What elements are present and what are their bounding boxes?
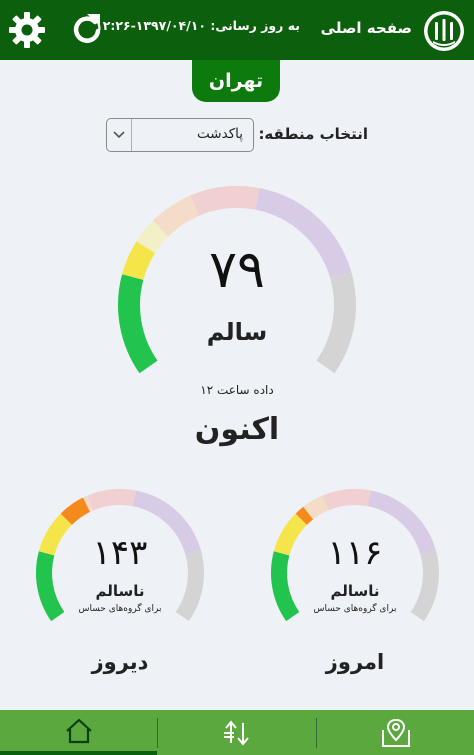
today-aqi-value: ۱۱۶ [327, 533, 383, 573]
chevron-down-icon[interactable] [107, 119, 132, 151]
region-selected-value: پاکدشت [197, 126, 243, 142]
bottom-navigation [0, 710, 474, 755]
current-gauge-band-1 [136, 220, 169, 254]
today-gauge-band-2-filled [295, 506, 314, 525]
nav-map-button[interactable] [317, 710, 474, 755]
sort-icon [223, 719, 249, 746]
last-updated-text: به روز رسانی: ۱۳۹۷/۰۴/۱۰-۱۲:۲۶ [95, 18, 300, 33]
current-period-label: اکنون [194, 412, 280, 447]
map-pin-icon [381, 718, 410, 747]
app-root: به روز رسانی: ۱۳۹۷/۰۴/۱۰-۱۲:۲۶ صفحه اصلی… [0, 0, 474, 755]
today-gauge-band-2 [303, 495, 329, 520]
current-gauge-band-3 [190, 186, 260, 216]
current-aqi-gauge [36, 186, 439, 622]
yesterday-aqi-status: ناسالم [95, 582, 145, 600]
current-gauge-band-5 [316, 272, 356, 374]
department-of-environment-logo-icon [424, 11, 464, 51]
updated-label: به روز رسانی: [210, 18, 300, 33]
current-gauge-band-2 [152, 195, 200, 237]
region-label: انتخاب منطقه: [258, 125, 368, 143]
app-header: به روز رسانی: ۱۳۹۷/۰۴/۱۰-۱۲:۲۶ صفحه اصلی [0, 0, 474, 60]
yesterday-period-label: دیروز [91, 650, 149, 674]
current-gauge-band-0-filled [118, 274, 158, 374]
today-period-label: امروز [325, 650, 385, 674]
today-aqi-status: ناسالم [330, 582, 380, 600]
updated-value: ۱۳۹۷/۰۴/۱۰-۱۲:۲۶ [95, 18, 206, 33]
settings-gear-icon[interactable] [8, 11, 46, 49]
yesterday-gauge-band-2-filled [60, 497, 91, 526]
home-icon [65, 718, 92, 743]
yesterday-gauge-band-2 [83, 495, 94, 512]
current-gauge-band-1-filled [122, 241, 156, 281]
nav-sort-button[interactable] [158, 710, 315, 755]
yesterday-aqi-status-sub: برای گروه‌های حساس [78, 604, 162, 614]
city-tab[interactable]: تهران [192, 60, 280, 102]
yesterday-aqi-value: ۱۴۳ [92, 533, 148, 573]
region-select[interactable]: پاکدشت [106, 118, 254, 152]
current-aqi-status: سالم [206, 318, 268, 346]
nav-home-button[interactable] [0, 710, 157, 755]
current-aqi-value: ۷۹ [209, 240, 265, 300]
yesterday-gauge-band-3 [87, 489, 137, 511]
home-title[interactable]: صفحه اصلی [321, 19, 412, 37]
today-gauge-band-3 [322, 489, 372, 511]
current-data-hour: داده ساعت ۱۲ [200, 383, 274, 397]
today-aqi-status-sub: برای گروه‌های حساس [313, 604, 397, 614]
